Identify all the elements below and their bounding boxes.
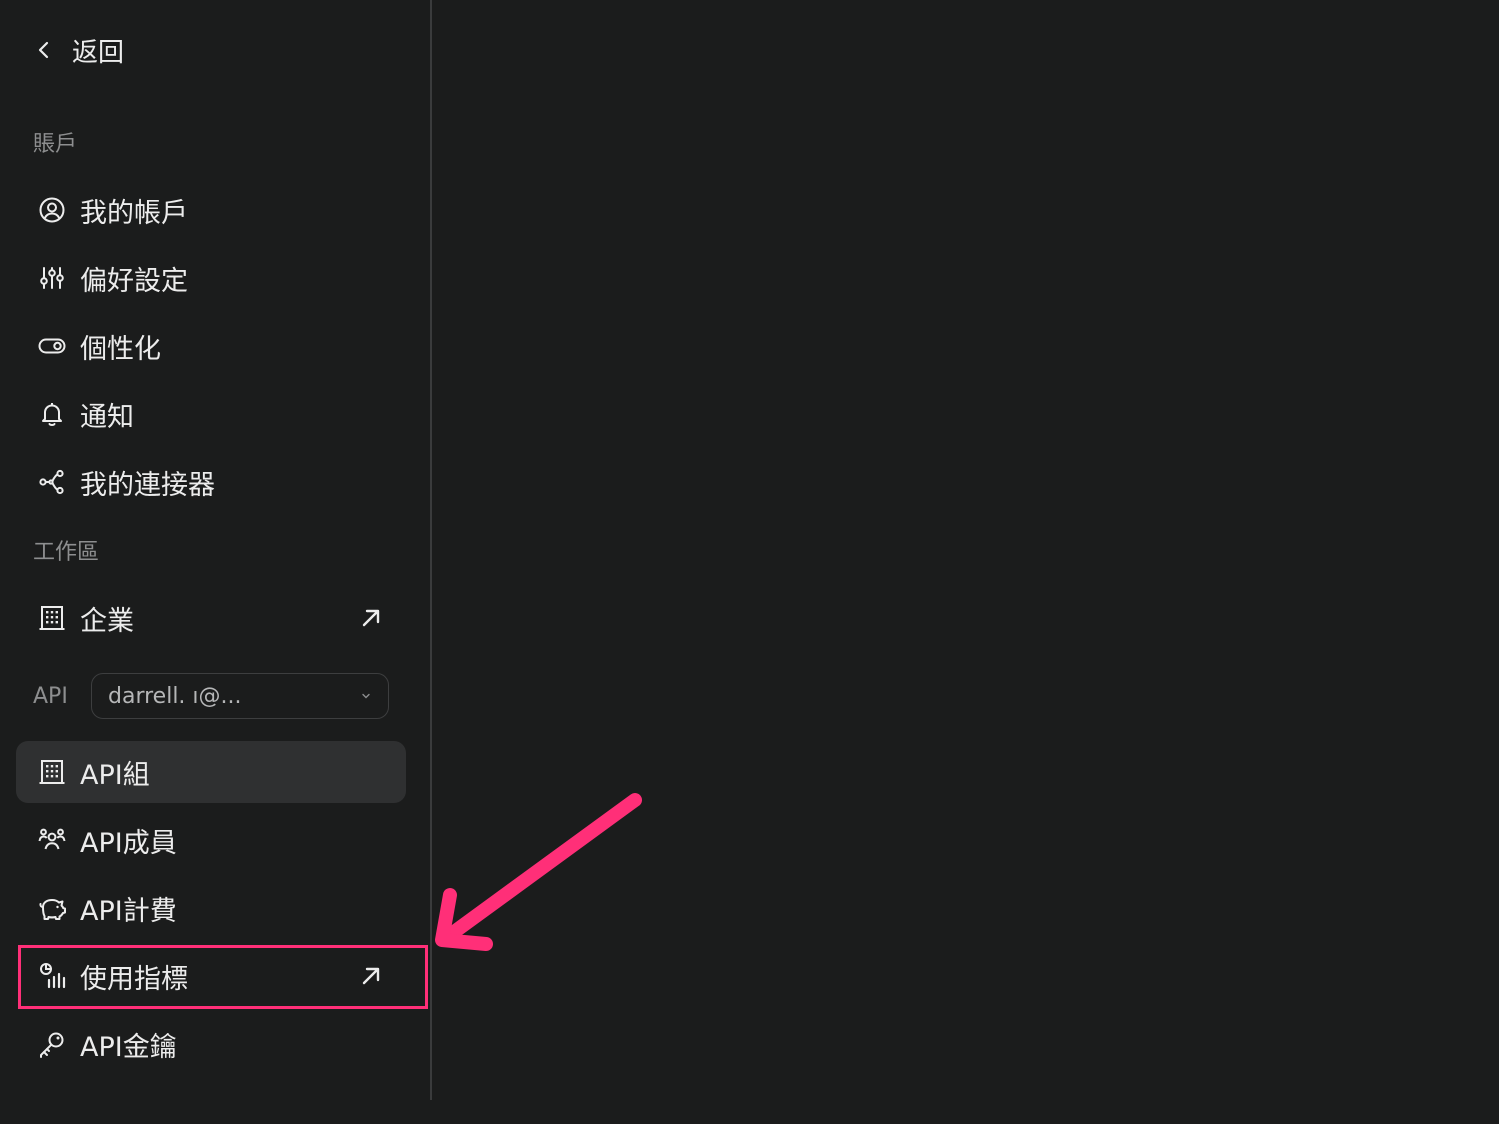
section-label-api: API (33, 683, 68, 709)
annotation-arrow-icon (435, 793, 642, 951)
sidebar-item-label: 通知 (80, 401, 134, 433)
sidebar-item-label: API成員 (80, 827, 177, 859)
api-account-select[interactable]: darrell. ı@... (91, 673, 389, 719)
sidebar-item-label: 企業 (80, 605, 134, 637)
sidebar-item-label: API計費 (80, 895, 177, 927)
toggle-icon (37, 331, 67, 361)
sidebar-item-api-billing[interactable]: API計費 (16, 877, 406, 939)
sidebar-item-label: 使用指標 (80, 963, 188, 995)
sidebar-item-personalization[interactable]: 個性化 (16, 315, 406, 377)
user-circle-icon (37, 195, 67, 225)
building-icon (37, 757, 67, 787)
piggy-bank-icon (37, 893, 67, 923)
section-label-workspace: 工作區 (33, 540, 100, 565)
bell-icon (37, 399, 67, 429)
sidebar-item-label: 偏好設定 (80, 265, 188, 297)
users-icon (37, 825, 67, 855)
sidebar-item-label: 我的帳戶 (80, 197, 188, 229)
chevron-left-icon (38, 41, 49, 59)
sidebar-item-api-organization[interactable]: API組 (16, 741, 406, 803)
sidebar-item-label: 我的連接器 (80, 469, 215, 501)
back-button[interactable]: 返回 (34, 30, 124, 70)
sidebar-item-api-keys[interactable]: API金鑰 (16, 1013, 406, 1075)
section-label-account: 賬戶 (33, 132, 78, 157)
sidebar-item-notifications[interactable]: 通知 (16, 383, 406, 445)
api-account-value: darrell. ı@... (108, 683, 242, 709)
sidebar-item-label: 個性化 (80, 333, 161, 365)
building-icon (37, 603, 67, 633)
sidebar-item-connectors[interactable]: 我的連接器 (16, 451, 406, 513)
external-link-icon (362, 609, 380, 627)
api-account-row: API darrell. ı@... (33, 672, 389, 720)
sidebar-item-preferences[interactable]: 偏好設定 (16, 247, 406, 309)
chevron-down-icon (362, 693, 370, 699)
sidebar-item-enterprise[interactable]: 企業 (16, 587, 406, 649)
sidebar-item-my-account[interactable]: 我的帳戶 (16, 179, 406, 241)
sliders-icon (37, 263, 67, 293)
sidebar-item-api-members[interactable]: API成員 (16, 809, 406, 871)
connector-icon (37, 467, 67, 497)
external-link-icon (362, 967, 380, 985)
back-label: 返回 (72, 37, 125, 68)
metrics-icon (37, 961, 67, 991)
sidebar-item-label: API組 (80, 759, 150, 791)
settings-sidebar: 返回 賬戶 我的帳戶 偏好設定 個性化 通知 我的連接器 工作區 企業 API … (0, 0, 432, 1100)
sidebar-item-usage-metrics[interactable]: 使用指標 (16, 945, 406, 1007)
key-icon (37, 1029, 67, 1059)
settings-page: 返回 賬戶 我的帳戶 偏好設定 個性化 通知 我的連接器 工作區 企業 API … (0, 0, 1499, 1124)
sidebar-item-label: API金鑰 (80, 1031, 177, 1063)
